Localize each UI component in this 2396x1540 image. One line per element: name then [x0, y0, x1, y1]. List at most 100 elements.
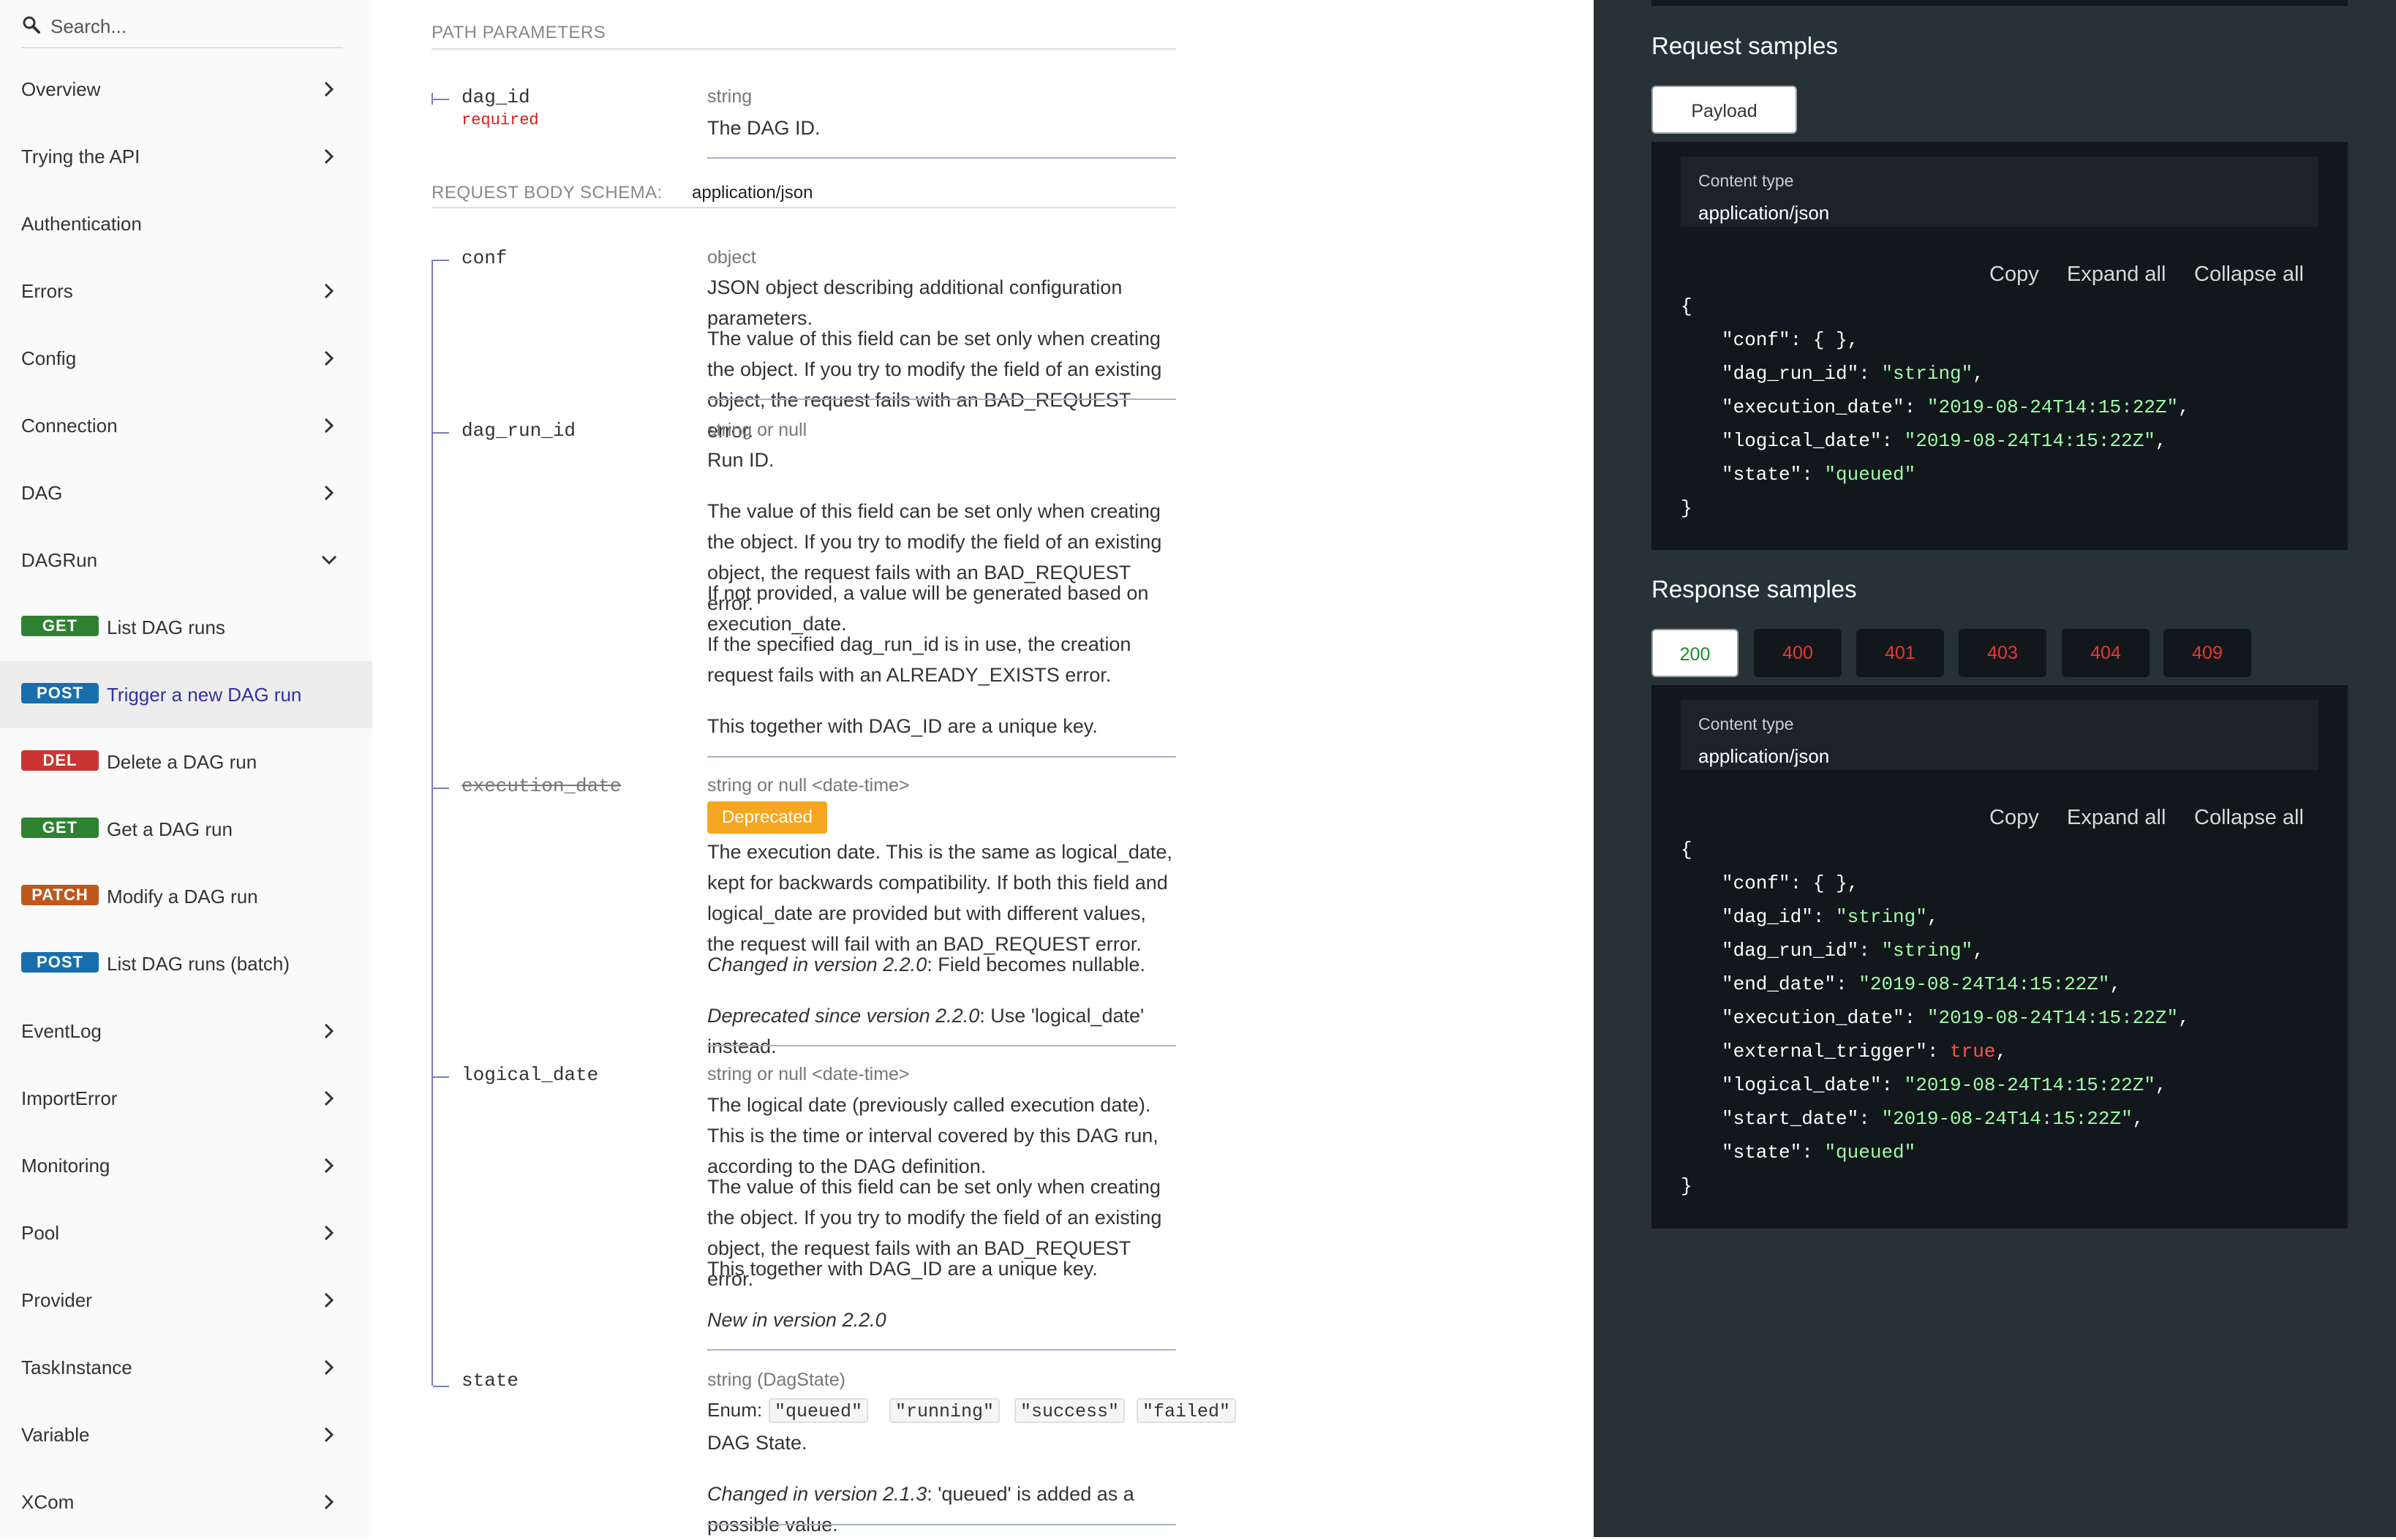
code-comma: ,	[2155, 1074, 2167, 1096]
code-line: "logical_date": "2019-08-24T14:15:22Z",	[1722, 430, 2167, 452]
body-schema-title: REQUEST BODY SCHEMA:	[432, 183, 663, 203]
sidebar-op-get-dag-run[interactable]: GET Get a DAG run	[0, 796, 372, 863]
response-tab-200[interactable]: 200	[1651, 629, 1738, 677]
param-description: New in version 2.2.0	[707, 1305, 1175, 1335]
sidebar-item-dag[interactable]: DAG	[0, 459, 372, 526]
version-note: New in version 2.2.0	[707, 1309, 886, 1331]
code-comma: ,	[1995, 1041, 2008, 1062]
sidebar-item-dagrun[interactable]: DAGRun	[0, 526, 372, 594]
tree-connector	[433, 1076, 449, 1078]
code-line: "conf": { },	[1722, 872, 1858, 894]
code-key: {	[1681, 839, 1692, 861]
expand-all-button[interactable]: Expand all	[2067, 806, 2166, 830]
code-line: }	[1681, 497, 1692, 519]
sidebar-item-pool[interactable]: Pool	[0, 1199, 372, 1267]
response-tab-404[interactable]: 404	[2062, 629, 2150, 677]
sidebar-op-label: Get a DAG run	[107, 818, 233, 840]
code-key: "dag_run_id":	[1722, 940, 1882, 962]
sidebar-item-label: Config	[21, 347, 77, 369]
sidebar-item-errors[interactable]: Errors	[0, 257, 372, 325]
sidebar-item-config[interactable]: Config	[0, 325, 372, 392]
code-key: "external_trigger":	[1722, 1041, 1951, 1062]
code-line: "state": "queued"	[1722, 464, 1915, 486]
response-tab-400[interactable]: 400	[1754, 629, 1842, 677]
sidebar-item-provider[interactable]: Provider	[0, 1267, 372, 1334]
divider	[707, 399, 1176, 400]
response-tab-403[interactable]: 403	[1959, 629, 2046, 677]
param-type: string or null	[707, 420, 807, 440]
method-badge: GET	[21, 616, 99, 636]
chevron-right-icon	[324, 1427, 334, 1443]
param-name-logical-date: logical_date	[462, 1064, 599, 1086]
copy-button[interactable]: Copy	[1989, 263, 2039, 287]
sidebar-item-label: ImportError	[21, 1087, 118, 1109]
sidebar-op-modify-dag-run[interactable]: PATCH Modify a DAG run	[0, 863, 372, 930]
method-badge: PATCH	[21, 885, 99, 905]
param-description: This together with DAG_ID are a unique k…	[707, 1258, 1098, 1280]
method-badge: DEL	[21, 750, 99, 771]
response-tab-401[interactable]: 401	[1856, 629, 1944, 677]
sidebar-item-label: Provider	[21, 1288, 92, 1311]
request-sample-panel: Content type application/json Copy Expan…	[1651, 142, 2348, 550]
copy-button[interactable]: Copy	[1989, 806, 2039, 830]
param-description: This together with DAG_ID are a unique k…	[707, 715, 1098, 737]
code-value: "2019-08-24T14:15:22Z"	[1926, 1007, 2179, 1029]
sidebar-item-label: Monitoring	[21, 1154, 110, 1177]
chevron-right-icon	[324, 350, 334, 366]
sidebar-item-label: Variable	[21, 1423, 90, 1446]
enum-value: "queued"	[769, 1398, 869, 1423]
sidebar-item-trying-the-api[interactable]: Trying the API	[0, 123, 372, 190]
sidebar-item-label: Overview	[21, 78, 101, 100]
sidebar-op-list-dag-runs[interactable]: GET List DAG runs	[0, 594, 372, 661]
version-note: Deprecated since version 2.2.0	[707, 1005, 980, 1027]
search-input[interactable]	[50, 13, 336, 39]
code-line: "external_trigger": true,	[1722, 1041, 2007, 1062]
sidebar-item-variable[interactable]: Variable	[0, 1401, 372, 1468]
sidebar-item-authentication[interactable]: Authentication	[0, 190, 372, 257]
content-type-box[interactable]: Content type application/json	[1681, 700, 2318, 770]
code-key: "execution_date":	[1722, 1007, 1927, 1029]
collapse-all-button[interactable]: Collapse all	[2194, 263, 2304, 287]
sidebar-op-label: List DAG runs (batch)	[107, 953, 290, 975]
enum-value: "success"	[1014, 1398, 1126, 1423]
sidebar-op-delete-dag-run[interactable]: DEL Delete a DAG run	[0, 728, 372, 796]
param-description: Changed in version 2.1.3: 'queued' is ad…	[707, 1479, 1175, 1540]
enum-value: "running"	[889, 1398, 1001, 1423]
code-line: "dag_run_id": "string",	[1722, 363, 1984, 385]
sidebar-item-eventlog[interactable]: EventLog	[0, 997, 372, 1065]
version-note: Changed in version 2.2.0	[707, 954, 927, 975]
sidebar-item-taskinstance[interactable]: TaskInstance	[0, 1334, 372, 1401]
code-comma: ,	[2178, 1007, 2190, 1029]
expand-all-button[interactable]: Expand all	[2067, 263, 2166, 287]
sidebar-item-xcom[interactable]: XCom	[0, 1468, 372, 1536]
tree-connector	[433, 99, 449, 100]
sidebar-op-list-dag-runs-batch[interactable]: POST List DAG runs (batch)	[0, 930, 372, 997]
sidebar-item-monitoring[interactable]: Monitoring	[0, 1132, 372, 1199]
version-note-text: : Field becomes nullable.	[927, 954, 1145, 975]
sidebar-item-label: DAG	[21, 481, 63, 504]
sidebar-op-trigger-dag-run[interactable]: POST Trigger a new DAG run	[0, 661, 372, 728]
sidebar-item-label: Connection	[21, 414, 118, 437]
code-value: "2019-08-24T14:15:22Z"	[1904, 430, 2155, 452]
param-description: Deprecated since version 2.2.0: Use 'log…	[707, 1000, 1175, 1062]
collapse-all-button[interactable]: Collapse all	[2194, 806, 2304, 830]
response-tab-409[interactable]: 409	[2163, 629, 2251, 677]
sidebar-item-label: XCom	[21, 1490, 75, 1513]
sidebar-item-label: Errors	[21, 279, 73, 302]
sidebar-item-label: Pool	[21, 1221, 60, 1244]
sidebar-item-overview[interactable]: Overview	[0, 56, 372, 123]
param-name-execution-date: execution_date	[462, 775, 622, 797]
content-type-value: application/json	[1698, 745, 1830, 767]
code-key: "dag_run_id":	[1722, 363, 1882, 385]
code-line: "execution_date": "2019-08-24T14:15:22Z"…	[1722, 396, 2190, 418]
content-type-box[interactable]: Content type application/json	[1681, 156, 2318, 227]
param-type: string (DagState)	[707, 1370, 845, 1390]
sidebar-item-importerror[interactable]: ImportError	[0, 1065, 372, 1132]
param-name-dag-id: dag_id	[462, 86, 530, 108]
chevron-right-icon	[324, 1023, 334, 1039]
payload-tab[interactable]: Payload	[1651, 86, 1797, 134]
sidebar-item-connection[interactable]: Connection	[0, 392, 372, 459]
code-line: "execution_date": "2019-08-24T14:15:22Z"…	[1722, 1007, 2190, 1029]
param-description: DAG State.	[707, 1432, 807, 1454]
samples-panel: Request samples Payload Content type app…	[1594, 0, 2396, 1537]
